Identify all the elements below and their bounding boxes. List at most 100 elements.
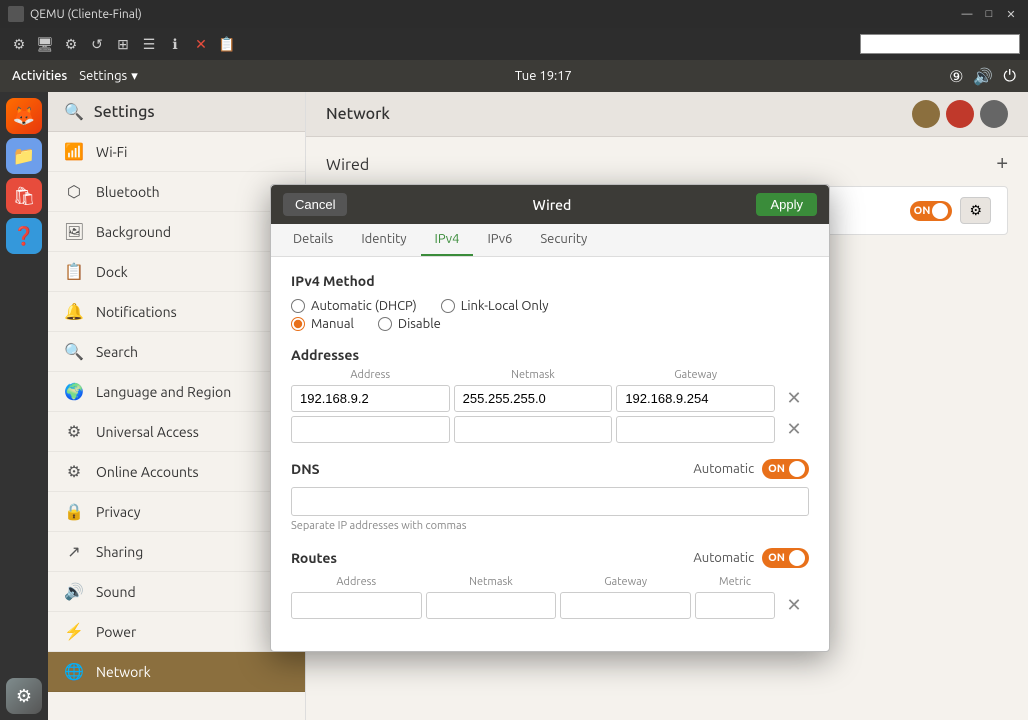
routes-toggle[interactable]: ON xyxy=(762,548,809,568)
sidebar-item-universal[interactable]: ⚙ Universal Access xyxy=(48,412,305,452)
close-button[interactable]: ✕ xyxy=(1002,5,1020,23)
ipv4-disable-option[interactable]: Disable xyxy=(378,317,441,331)
routes-metric-input-1[interactable] xyxy=(695,592,775,619)
ipv4-manual-label: Manual xyxy=(311,317,354,331)
tab-ipv4[interactable]: IPv4 xyxy=(421,224,474,256)
sidebar-item-search-label: Search xyxy=(96,344,138,360)
wired-header: Wired + xyxy=(326,153,1008,176)
network-icon: 🌐 xyxy=(64,662,84,681)
sidebar-item-dock[interactable]: 📋 Dock xyxy=(48,252,305,292)
taskbar-refresh-icon[interactable]: ↺ xyxy=(86,33,108,55)
sidebar-item-sharing[interactable]: ↗ Sharing xyxy=(48,532,305,572)
ipv4-linklocal-radio[interactable] xyxy=(441,299,455,313)
sidebar-item-network[interactable]: 🌐 Network xyxy=(48,652,305,692)
wired-add-button[interactable]: + xyxy=(996,153,1008,176)
top-panel-right: ⑨ 🔊 ⏻ xyxy=(949,67,1016,86)
taskbar-tools-icon[interactable]: ⚙ xyxy=(60,33,82,55)
sidebar-item-search[interactable]: 🔍 Search xyxy=(48,332,305,372)
routes-netmask-input-1[interactable] xyxy=(426,592,557,619)
dns-hint: Separate IP addresses with commas xyxy=(291,520,809,532)
settings-menu-button[interactable]: Settings ▾ xyxy=(79,69,137,84)
taskbar-close-icon[interactable]: ✕ xyxy=(190,33,212,55)
taskbar-menu-icon[interactable]: ☰ xyxy=(138,33,160,55)
dock-help[interactable]: ❓ xyxy=(6,218,42,254)
ipv4-linklocal-label: Link-Local Only xyxy=(461,299,549,313)
address-remove-1[interactable]: ✕ xyxy=(779,388,809,409)
wired-toggle[interactable]: ON xyxy=(910,201,953,221)
dock-files[interactable]: 📁 xyxy=(6,138,42,174)
dock-software[interactable]: 🛍 xyxy=(6,178,42,214)
sidebar-item-bluetooth[interactable]: ⬡ Bluetooth xyxy=(48,172,305,212)
routes-row-1: ✕ xyxy=(291,592,809,619)
content-header: Network xyxy=(306,92,1028,137)
netmask-input-2[interactable] xyxy=(454,416,613,443)
ipv4-disable-radio[interactable] xyxy=(378,317,392,331)
dns-input[interactable] xyxy=(291,487,809,516)
ipv4-dhcp-radio[interactable] xyxy=(291,299,305,313)
routes-remove-1[interactable]: ✕ xyxy=(779,595,809,616)
privacy-icon: 🔒 xyxy=(64,502,84,521)
dock-settings[interactable]: ⚙ xyxy=(6,678,42,714)
gateway-input-1[interactable] xyxy=(616,385,775,412)
tab-details[interactable]: Details xyxy=(279,224,347,256)
sidebar-item-privacy[interactable]: 🔒 Privacy xyxy=(48,492,305,532)
tab-identity[interactable]: Identity xyxy=(347,224,420,256)
sidebar-item-notifications[interactable]: 🔔 Notifications xyxy=(48,292,305,332)
sidebar-item-sound[interactable]: 🔊 Sound xyxy=(48,572,305,612)
dialog-cancel-button[interactable]: Cancel xyxy=(283,193,347,216)
sidebar-item-wifi[interactable]: 📶 Wi-Fi xyxy=(48,132,305,172)
activities-button[interactable]: Activities xyxy=(12,69,67,83)
netmask-input-1[interactable] xyxy=(454,385,613,412)
ipv4-linklocal-option[interactable]: Link-Local Only xyxy=(441,299,549,313)
address-remove-2[interactable]: ✕ xyxy=(779,419,809,440)
ipv4-method-group: Automatic (DHCP) Link-Local Only Manual … xyxy=(291,299,809,331)
wired-settings-button[interactable]: ⚙ xyxy=(960,197,991,224)
dns-toggle-row: Automatic ON xyxy=(693,459,809,479)
addr-col-gateway: Gateway xyxy=(616,369,775,381)
taskbar-settings-icon[interactable]: ⚙ xyxy=(8,33,30,55)
sidebar-title: Settings xyxy=(94,103,155,121)
minimize-button[interactable]: — xyxy=(958,5,976,23)
routes-section: Routes Automatic ON Address Netmask Gate… xyxy=(291,548,809,619)
sidebar-item-language[interactable]: 🌍 Language and Region xyxy=(48,372,305,412)
language-icon: 🌍 xyxy=(64,382,84,401)
dialog-apply-button[interactable]: Apply xyxy=(756,193,817,216)
addresses-header: Address Netmask Gateway xyxy=(291,369,809,381)
volume-icon[interactable]: 🔊 xyxy=(973,67,993,86)
tab-security[interactable]: Security xyxy=(526,224,601,256)
sidebar-item-power[interactable]: ⚡ Power xyxy=(48,612,305,652)
ipv4-radio-row2: Manual Disable xyxy=(291,317,809,331)
taskbar-clipboard-icon[interactable]: 📋 xyxy=(216,33,238,55)
tab-ipv6[interactable]: IPv6 xyxy=(473,224,526,256)
address-row-1: ✕ xyxy=(291,385,809,412)
universal-icon: ⚙ xyxy=(64,422,84,441)
window-icon xyxy=(8,6,24,22)
routes-address-input-1[interactable] xyxy=(291,592,422,619)
addr-col-netmask: Netmask xyxy=(454,369,613,381)
dock-firefox[interactable]: 🦊 xyxy=(6,98,42,134)
dns-auto-label: Automatic xyxy=(693,462,754,476)
ipv4-dhcp-option[interactable]: Automatic (DHCP) xyxy=(291,299,417,313)
routes-gateway-input-1[interactable] xyxy=(560,592,691,619)
ipv4-manual-option[interactable]: Manual xyxy=(291,317,354,331)
taskbar-windows-icon[interactable]: ⊞ xyxy=(112,33,134,55)
dns-toggle[interactable]: ON xyxy=(762,459,809,479)
power-icon[interactable]: ⏻ xyxy=(1003,67,1016,86)
top-panel: Activities Settings ▾ Tue 19:17 ⑨ 🔊 ⏻ xyxy=(0,60,1028,92)
sidebar-item-online-label: Online Accounts xyxy=(96,464,199,480)
dialog-titlebar: Cancel Wired Apply xyxy=(271,185,829,224)
taskbar-search-input[interactable] xyxy=(860,34,1020,54)
address-input-1[interactable] xyxy=(291,385,450,412)
maximize-button[interactable]: □ xyxy=(980,5,998,23)
gateway-input-2[interactable] xyxy=(616,416,775,443)
sidebar-item-wifi-label: Wi-Fi xyxy=(96,144,127,160)
ipv4-manual-radio[interactable] xyxy=(291,317,305,331)
taskbar-info-icon[interactable]: ℹ xyxy=(164,33,186,55)
accessibility-icon[interactable]: ⑨ xyxy=(949,67,963,86)
dns-section: DNS Automatic ON Separate IP addresses w… xyxy=(291,459,809,532)
sidebar-item-bluetooth-label: Bluetooth xyxy=(96,184,160,200)
address-input-2[interactable] xyxy=(291,416,450,443)
taskbar-monitor-icon[interactable]: 🖥 xyxy=(34,33,56,55)
sidebar-item-background[interactable]: 🖼 Background xyxy=(48,212,305,252)
sidebar-item-online[interactable]: ⚙ Online Accounts xyxy=(48,452,305,492)
